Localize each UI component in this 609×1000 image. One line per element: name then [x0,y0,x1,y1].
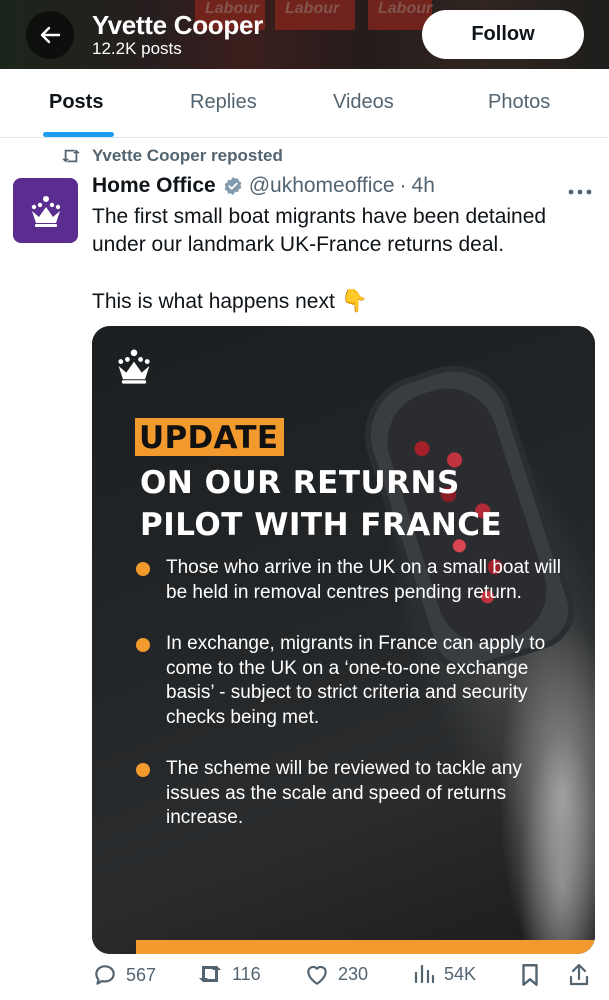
image-bullet-list: Those who arrive in the UK on a small bo… [136,556,566,858]
bullet-dot [136,638,150,652]
bookmark-icon [522,964,538,986]
profile-header: Labour Labour Labour Yvette Cooper 12.2K… [0,0,609,69]
headline-line: ON OUR RETURNS [140,465,460,501]
profile-name: Yvette Cooper [92,10,263,40]
reply-button[interactable]: 567 [92,962,156,988]
crown-icon [31,195,60,227]
author-avatar[interactable] [13,178,78,243]
bullet-text: Those who arrive in the UK on a small bo… [166,557,561,603]
tab-videos[interactable]: Videos [333,91,394,114]
profile-tabs: Posts Replies Videos Photos [0,69,609,138]
crown-icon [112,346,156,391]
more-icon [568,189,592,195]
retweet-icon [199,965,221,983]
reply-icon [95,965,115,985]
author-name[interactable]: Home Office [92,174,216,198]
repost-button[interactable]: 116 [196,962,261,986]
post-header: Home Office @ukhomeoffice · 4h [92,174,435,198]
reply-count: 567 [126,964,157,985]
bullet-item: Those who arrive in the UK on a small bo… [136,556,566,605]
profile-post-count: 12.2K posts [92,39,182,58]
post-text-line: This is what happens next [92,290,335,313]
image-headline: ON OUR RETURNS PILOT WITH FRANCE [140,462,502,546]
tab-replies[interactable]: Replies [190,91,257,114]
views-icon [414,964,435,984]
back-button[interactable] [26,11,74,59]
tab-posts[interactable]: Posts [49,91,103,114]
tab-photos[interactable]: Photos [488,91,550,114]
repost-count: 116 [232,963,261,984]
verified-badge-icon [223,176,243,196]
follow-button[interactable]: Follow [422,10,584,59]
pointing-down-emoji: 👇 [340,288,369,313]
share-button[interactable] [567,962,599,988]
post-text: The first small boat migrants have been … [92,203,602,344]
like-button[interactable]: 230 [304,962,368,986]
like-icon [307,965,327,985]
views-count: 54K [444,963,477,984]
bullet-text: The scheme will be reviewed to tackle an… [166,758,522,828]
like-count: 230 [338,963,369,984]
back-arrow-icon [40,26,61,44]
post-text-paragraph: The first small boat migrants have been … [92,205,547,256]
bullet-item: The scheme will be reviewed to tackle an… [136,757,566,831]
active-tab-indicator [43,132,114,137]
post-image[interactable]: UPDATE ON OUR RETURNS PILOT WITH FRANCE … [92,326,595,954]
bullet-text: In exchange, migrants in France can appl… [166,633,546,728]
views-button[interactable]: 54K [412,962,476,986]
repost-icon [62,149,80,163]
update-tag: UPDATE [135,418,285,456]
bookmark-button[interactable] [519,962,549,988]
headline-line: PILOT WITH FRANCE [140,507,503,543]
orange-accent-bar [136,940,595,954]
post-text-paragraph: This is what happens next 👇 [92,287,602,316]
bullet-dot [136,763,150,777]
separator-dot: · [399,174,407,197]
repost-indicator[interactable]: Yvette Cooper reposted [60,146,283,166]
bullet-item: In exchange, migrants in France can appl… [136,632,566,730]
post-time[interactable]: 4h [412,174,435,198]
bullet-dot [136,562,150,576]
author-handle[interactable]: @ukhomeoffice [249,174,395,198]
more-options-button[interactable] [568,176,592,202]
repost-text: Yvette Cooper reposted [92,146,283,165]
share-icon [569,963,589,986]
post-action-bar: 567 116 230 54K [0,962,609,1000]
